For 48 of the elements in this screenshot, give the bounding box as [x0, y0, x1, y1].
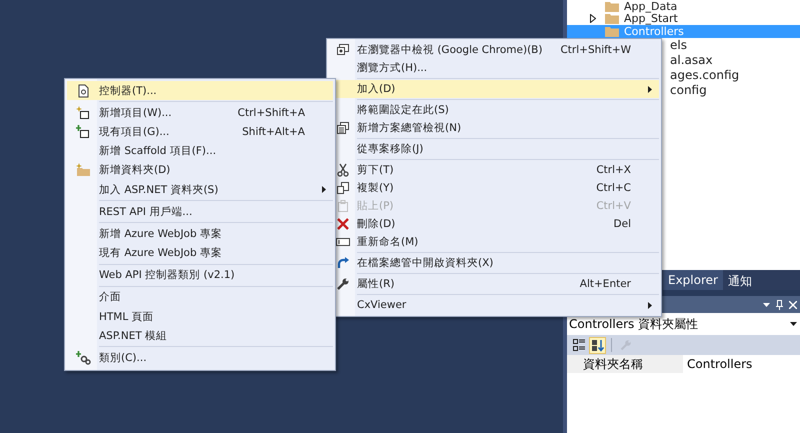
menu-item[interactable]: 介面 [67, 288, 333, 308]
menu-item[interactable]: ASP.NET 模組 [67, 326, 333, 346]
menu-item[interactable]: HTML 頁面 [67, 307, 333, 326]
document-icon [76, 84, 90, 98]
delete-icon [336, 217, 350, 231]
menu-item[interactable]: 加入 ASP.NET 資料夾(S) [67, 180, 333, 200]
tool-tab[interactable]: Explorer [663, 270, 723, 290]
dropdown-icon[interactable] [763, 302, 770, 306]
menu-item[interactable]: 瀏覽方式(H)... [329, 59, 659, 77]
menu-item[interactable]: 控制器(T)... [67, 81, 333, 100]
properties-header: Controllers 資料夾屬性 [569, 316, 698, 332]
menu-item[interactable]: 在瀏覽器中檢視 (Google Chrome)(B) Ctrl+Shift+W [329, 41, 659, 59]
new-item-icon [76, 106, 90, 120]
menu-item[interactable]: REST API 用戶端... [67, 202, 333, 222]
menu-item[interactable]: 新增 Azure WebJob 專案 [67, 224, 333, 244]
scissors-icon [336, 163, 350, 177]
toolbar-button[interactable] [589, 336, 606, 354]
submenu-arrow-icon [322, 186, 326, 194]
categorized-icon [572, 339, 584, 351]
copy-icon [336, 181, 350, 195]
tree-item[interactable]: App_Start [567, 12, 800, 25]
submenu-arrow-icon [648, 302, 652, 308]
menu-item[interactable]: 現有項目(G)... Shift+Alt+A [67, 122, 333, 142]
class-icon [76, 351, 90, 366]
tree-item[interactable]: App_Data [567, 0, 800, 12]
add-item-icon [76, 124, 90, 139]
menu-item[interactable]: 新增資料夾(D) [67, 160, 333, 180]
menu-item[interactable]: 新增 Scaffold 項目(F)... [67, 142, 333, 161]
submenu-arrow-icon [648, 86, 652, 92]
folder-icon [604, 0, 620, 13]
new-folder-icon [76, 163, 90, 178]
close-icon[interactable] [789, 300, 797, 308]
menu-item[interactable]: 類別(C)... [67, 348, 333, 368]
toolbar-button[interactable] [570, 336, 587, 354]
windows-icon [336, 121, 350, 135]
sort-alphabetical-icon [591, 338, 604, 352]
rename-icon [335, 235, 351, 249]
tool-tab[interactable]: 通知 [722, 270, 757, 290]
property-value[interactable]: Controllers [683, 357, 800, 371]
clipboard-icon [336, 199, 350, 213]
menu-item[interactable]: 新增項目(W)... Ctrl+Shift+A [67, 103, 333, 122]
wrench-icon [620, 339, 632, 351]
pin-icon[interactable] [776, 300, 783, 310]
dropdown-icon[interactable] [790, 322, 797, 326]
curved-arrow-icon [336, 256, 350, 270]
property-name: 資料夾名稱 [567, 355, 683, 373]
expand-arrow-icon[interactable] [590, 14, 596, 24]
browser-window-icon [336, 43, 350, 57]
